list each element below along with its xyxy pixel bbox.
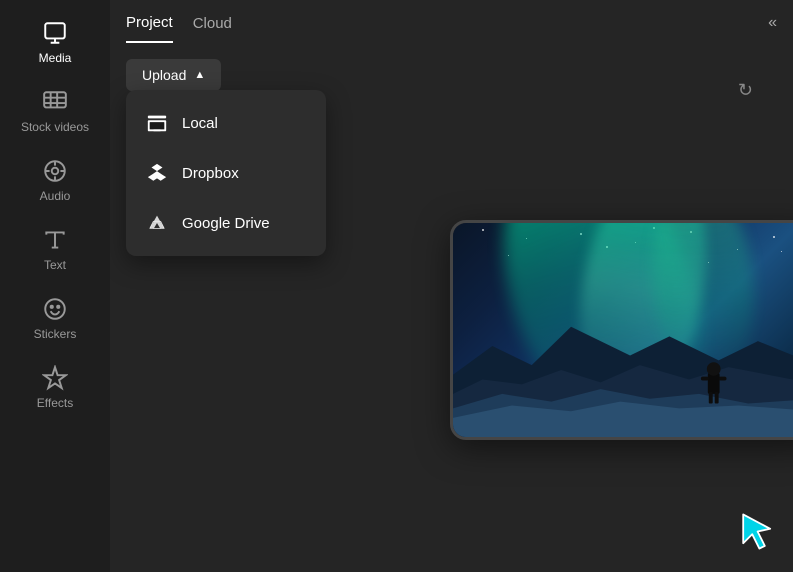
stickers-icon — [42, 296, 68, 322]
sidebar-item-label: Audio — [40, 189, 71, 203]
sidebar-item-label: Stickers — [34, 327, 77, 341]
sidebar-item-stickers[interactable]: Stickers — [0, 286, 110, 351]
sidebar-item-label: Effects — [37, 396, 73, 410]
tab-bar: Project Cloud « — [110, 0, 793, 43]
upload-button[interactable]: Upload ▲ — [126, 59, 221, 91]
dropdown-item-google-drive[interactable]: Google Drive — [126, 198, 326, 248]
preview-image — [450, 220, 793, 440]
collapse-button[interactable]: « — [768, 14, 777, 32]
audio-icon — [42, 158, 68, 184]
google-drive-label: Google Drive — [182, 215, 270, 232]
media-icon — [42, 20, 68, 46]
refresh-button[interactable]: ↻ — [738, 80, 753, 101]
main-content: Project Cloud « Upload ▲ ↻ Local — [110, 0, 793, 572]
effects-icon — [42, 365, 68, 391]
sidebar-item-label: Stock videos — [21, 120, 89, 134]
local-icon — [146, 112, 168, 134]
sidebar-item-label: Text — [44, 258, 66, 272]
upload-dropdown: Local Dropbox Google Drive — [126, 90, 326, 256]
local-label: Local — [182, 115, 218, 132]
text-icon — [42, 227, 68, 253]
dropdown-item-dropbox[interactable]: Dropbox — [126, 148, 326, 198]
sidebar-item-text[interactable]: Text — [0, 217, 110, 282]
sidebar-item-media[interactable]: Media — [0, 10, 110, 75]
sidebar: Media Stock videos Audio Text Stickers — [0, 0, 110, 572]
cursor-arrow-icon — [736, 509, 781, 554]
chevron-up-icon: ▲ — [194, 69, 205, 81]
sidebar-item-label: Media — [39, 51, 72, 65]
tab-project[interactable]: Project — [126, 14, 173, 43]
tab-cloud[interactable]: Cloud — [193, 15, 232, 42]
terrain-svg — [453, 298, 793, 437]
dropbox-label: Dropbox — [182, 165, 239, 182]
dropbox-icon — [146, 162, 168, 184]
sidebar-item-audio[interactable]: Audio — [0, 148, 110, 213]
preview-image-inner — [453, 223, 793, 437]
sidebar-item-effects[interactable]: Effects — [0, 355, 110, 420]
upload-label: Upload — [142, 67, 186, 83]
stock-videos-icon — [42, 89, 68, 115]
dropdown-item-local[interactable]: Local — [126, 98, 326, 148]
google-drive-icon — [146, 212, 168, 234]
sidebar-item-stock-videos[interactable]: Stock videos — [0, 79, 110, 144]
cursor-arrow — [736, 509, 781, 554]
